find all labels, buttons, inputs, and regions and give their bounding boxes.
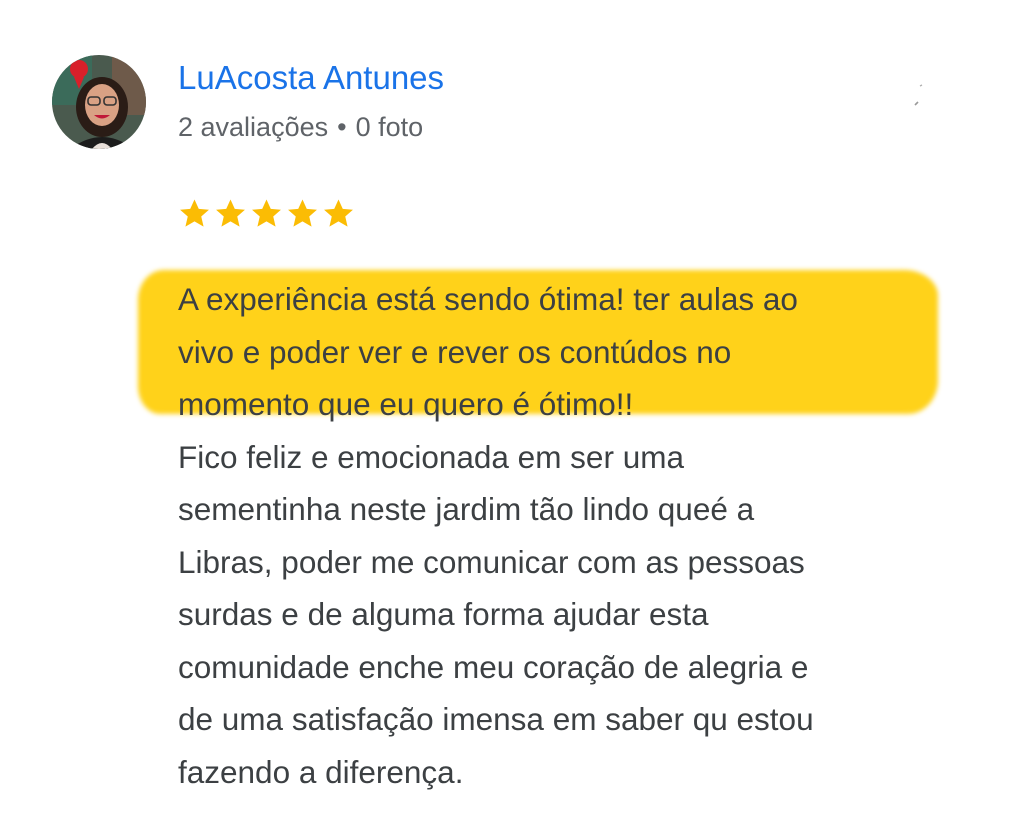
reviews-count: 2 avaliações (178, 112, 329, 142)
highlighted-text-line: vivo e poder ver e rever os contúdos no (178, 333, 732, 370)
review-text-line: Libras, poder me comunicar com as pessoa… (178, 543, 805, 580)
star-icon (180, 199, 209, 227)
review-text-line: sementinha neste jardim tão lindo queé a (178, 491, 755, 527)
review-text-line: de uma satisfação imensa em saber qu est… (178, 701, 814, 737)
photos-count: 0 foto (355, 112, 424, 142)
review-text-line: Fico feliz e emocionada em ser uma (178, 438, 684, 475)
more-options-icon[interactable] (906, 84, 926, 112)
highlighted-text-line: A experiência está sendo ótima! ter aula… (178, 281, 798, 317)
highlighted-passage: A experiência está sendo ótima! ter aula… (178, 273, 968, 431)
author-meta: 2 avaliações • 0 foto (178, 108, 423, 146)
review-text-line: fazendo a diferença. (178, 753, 464, 790)
highlighted-text-line: momento que eu quero é ótimo!! (178, 386, 634, 422)
star-icon (216, 199, 245, 227)
star-rating (178, 197, 355, 230)
review-text-line: surdas e de alguma forma ajudar esta (178, 596, 709, 632)
author-name[interactable]: LuAcosta Antunes (178, 56, 444, 100)
review-text-line: comunidade enche meu coração de alegria … (178, 648, 809, 685)
review-card: LuAcosta Antunes 2 avaliações • 0 foto A e… (0, 0, 1024, 821)
star-icon (288, 199, 317, 227)
star-icon (252, 199, 281, 227)
star-icon (324, 199, 353, 227)
review-body: Fico feliz e emocionada em ser uma sement… (178, 431, 968, 799)
meta-separator: • (337, 112, 347, 142)
profile-photo (52, 55, 146, 149)
review-text: A experiência está sendo ótima! ter aula… (178, 273, 968, 798)
avatar[interactable] (52, 55, 146, 149)
